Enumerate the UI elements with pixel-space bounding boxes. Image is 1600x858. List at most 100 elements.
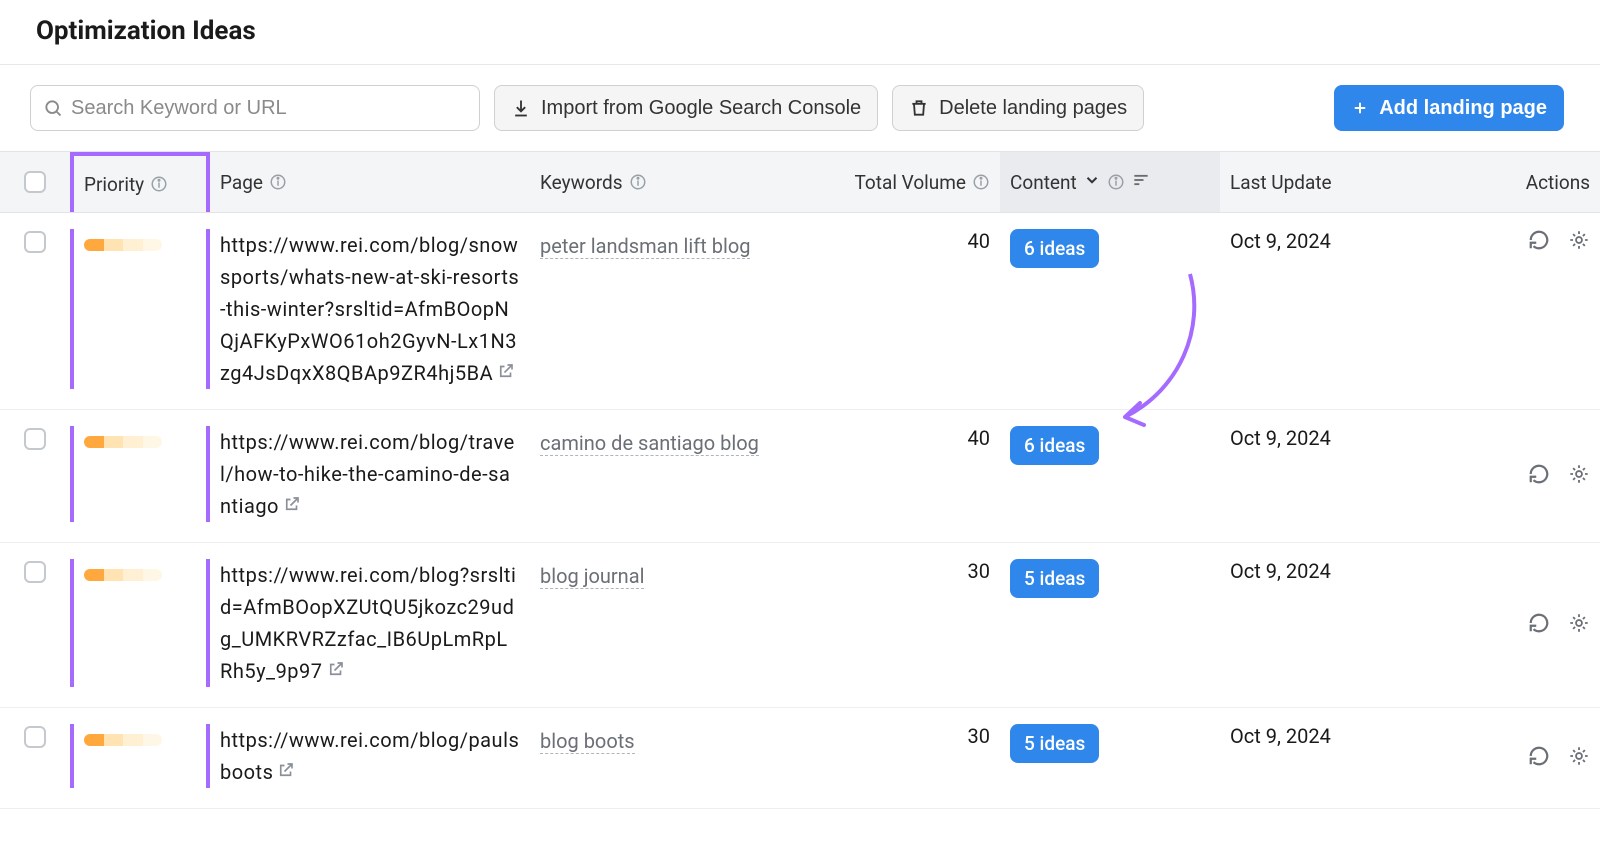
col-last-update[interactable]: Last Update	[1220, 171, 1440, 194]
actions-cell	[1440, 463, 1600, 485]
page-url[interactable]: https://www.rei.com/blog?srsltid=AfmBOop…	[220, 563, 516, 683]
actions-cell	[1440, 229, 1600, 251]
last-update-cell: Oct 9, 2024	[1220, 724, 1440, 748]
keyword-link[interactable]: camino de santiago blog	[540, 431, 759, 456]
ideas-pill[interactable]: 5 ideas	[1010, 724, 1099, 763]
col-content[interactable]: Content	[1000, 152, 1220, 212]
info-icon[interactable]	[629, 173, 647, 191]
keywords-cell: blog boots	[530, 724, 840, 758]
plus-icon	[1351, 99, 1369, 117]
refresh-icon[interactable]	[1528, 463, 1550, 485]
page-cell: https://www.rei.com/blog/paulsboots	[210, 724, 530, 788]
external-link-icon[interactable]	[497, 361, 515, 385]
external-link-icon[interactable]	[283, 494, 301, 518]
last-update-cell: Oct 9, 2024	[1220, 426, 1440, 450]
page-cell: https://www.rei.com/blog/snowsports/what…	[210, 229, 530, 389]
info-icon[interactable]	[269, 173, 287, 191]
ideas-pill[interactable]: 5 ideas	[1010, 559, 1099, 598]
priority-cell	[70, 229, 210, 389]
ideas-pill[interactable]: 6 ideas	[1010, 426, 1099, 465]
keywords-cell: peter landsman lift blog	[530, 229, 840, 263]
row-checkbox[interactable]	[24, 231, 46, 253]
row-checkbox-cell	[0, 724, 70, 748]
download-icon	[511, 98, 531, 118]
table-header: Priority Page Keywords Total Volume Cont…	[0, 151, 1600, 213]
total-volume-cell: 40	[840, 426, 1000, 450]
total-volume-cell: 30	[840, 724, 1000, 748]
col-priority-label: Priority	[84, 173, 144, 196]
page-url[interactable]: https://www.rei.com/blog/snowsports/what…	[220, 233, 519, 385]
priority-bar	[84, 569, 162, 581]
col-total-volume[interactable]: Total Volume	[840, 171, 1000, 194]
priority-cell	[70, 724, 210, 788]
delete-label: Delete landing pages	[939, 97, 1127, 120]
col-last-update-label: Last Update	[1230, 171, 1332, 194]
content-cell: 5 ideas	[1000, 724, 1220, 763]
row-checkbox[interactable]	[24, 726, 46, 748]
import-gsc-button[interactable]: Import from Google Search Console	[494, 85, 878, 131]
last-update-cell: Oct 9, 2024	[1220, 559, 1440, 583]
page-url[interactable]: https://www.rei.com/blog/travel/how-to-h…	[220, 430, 515, 518]
search-input-wrap[interactable]	[30, 85, 480, 131]
external-link-icon[interactable]	[327, 659, 345, 683]
priority-bar	[84, 239, 162, 251]
col-page-label: Page	[220, 171, 263, 194]
refresh-icon[interactable]	[1528, 229, 1550, 251]
keyword-link[interactable]: blog journal	[540, 564, 644, 589]
search-icon	[43, 98, 63, 118]
add-label: Add landing page	[1379, 97, 1547, 120]
table-row: https://www.rei.com/blog?srsltid=AfmBOop…	[0, 543, 1600, 708]
info-icon[interactable]	[972, 173, 990, 191]
select-all-cell	[0, 171, 70, 193]
sort-icon[interactable]	[1131, 170, 1151, 195]
select-all-checkbox[interactable]	[24, 171, 46, 193]
gear-icon[interactable]	[1568, 612, 1590, 634]
page-cell: https://www.rei.com/blog?srsltid=AfmBOop…	[210, 559, 530, 687]
col-keywords-label: Keywords	[540, 171, 623, 194]
total-volume-cell: 40	[840, 229, 1000, 253]
content-cell: 5 ideas	[1000, 559, 1220, 598]
table-row: https://www.rei.com/blog/paulsboots blog…	[0, 708, 1600, 809]
gear-icon[interactable]	[1568, 229, 1590, 251]
keywords-cell: blog journal	[530, 559, 840, 593]
refresh-icon[interactable]	[1528, 612, 1550, 634]
gear-icon[interactable]	[1568, 463, 1590, 485]
info-icon[interactable]	[1107, 173, 1125, 191]
refresh-icon[interactable]	[1528, 745, 1550, 767]
search-input[interactable]	[71, 97, 467, 120]
priority-bar	[84, 734, 162, 746]
keywords-cell: camino de santiago blog	[530, 426, 840, 460]
table-row: https://www.rei.com/blog/travel/how-to-h…	[0, 410, 1600, 543]
info-icon[interactable]	[150, 175, 168, 193]
col-actions: Actions	[1440, 171, 1600, 194]
priority-bar	[84, 436, 162, 448]
table-row: https://www.rei.com/blog/snowsports/what…	[0, 213, 1600, 410]
delete-pages-button[interactable]: Delete landing pages	[892, 85, 1144, 131]
toolbar: Import from Google Search Console Delete…	[0, 65, 1600, 151]
actions-cell	[1440, 745, 1600, 767]
col-keywords[interactable]: Keywords	[530, 171, 840, 194]
page-cell: https://www.rei.com/blog/travel/how-to-h…	[210, 426, 530, 522]
gear-icon[interactable]	[1568, 745, 1590, 767]
col-content-label: Content	[1010, 171, 1077, 194]
col-page[interactable]: Page	[210, 171, 530, 194]
import-label: Import from Google Search Console	[541, 97, 861, 120]
col-priority[interactable]: Priority	[70, 152, 210, 212]
row-checkbox-cell	[0, 559, 70, 583]
col-total-volume-label: Total Volume	[855, 171, 966, 194]
ideas-table: Priority Page Keywords Total Volume Cont…	[0, 151, 1600, 809]
keyword-link[interactable]: peter landsman lift blog	[540, 234, 750, 259]
actions-cell	[1440, 612, 1600, 634]
row-checkbox-cell	[0, 229, 70, 253]
content-cell: 6 ideas	[1000, 426, 1220, 465]
row-checkbox-cell	[0, 426, 70, 450]
add-landing-page-button[interactable]: Add landing page	[1334, 85, 1564, 131]
priority-cell	[70, 559, 210, 687]
ideas-pill[interactable]: 6 ideas	[1010, 229, 1099, 268]
external-link-icon[interactable]	[277, 760, 295, 784]
keyword-link[interactable]: blog boots	[540, 729, 635, 754]
row-checkbox[interactable]	[24, 561, 46, 583]
row-checkbox[interactable]	[24, 428, 46, 450]
page-url[interactable]: https://www.rei.com/blog/paulsboots	[220, 728, 519, 784]
col-actions-label: Actions	[1526, 171, 1590, 194]
